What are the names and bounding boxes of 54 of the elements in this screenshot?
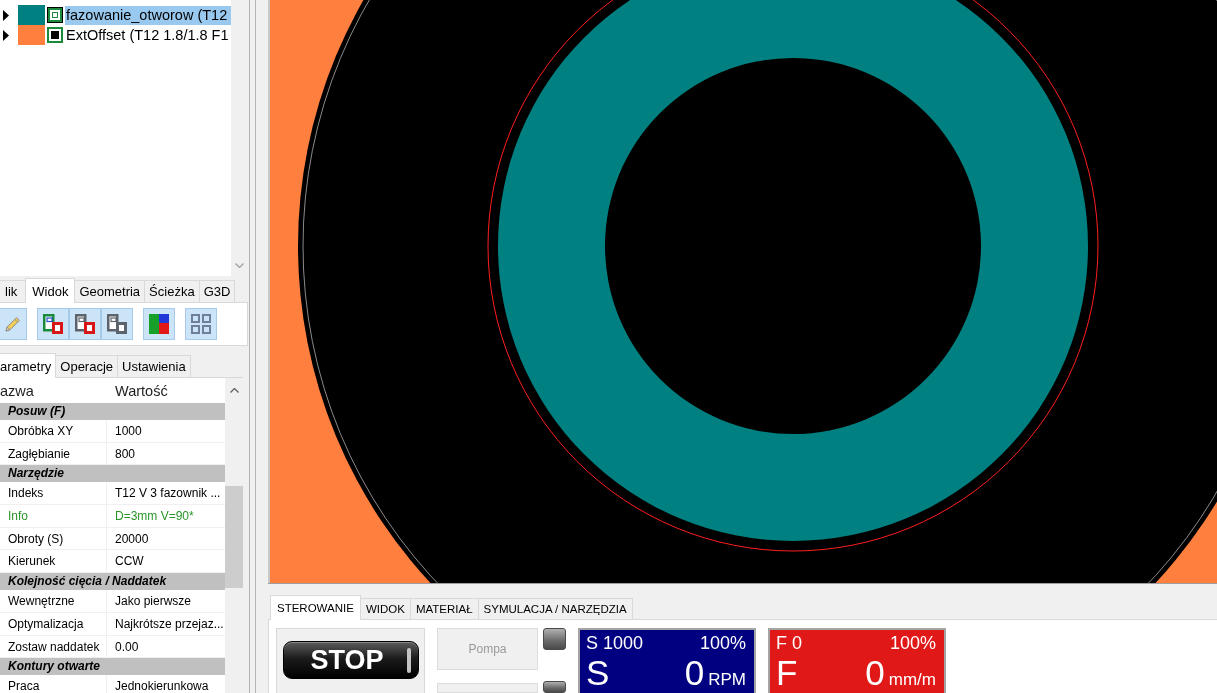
splitter-handle[interactable]: [249, 0, 256, 693]
color-blocks-icon: [149, 314, 169, 334]
readout-unit: mm/m: [888, 670, 936, 690]
override-percent: 100%: [699, 633, 746, 654]
category-row[interactable]: Posuw (F): [0, 403, 225, 420]
tree-item-label[interactable]: ExtOffset (T12 1.8/1.8 F1: [65, 25, 231, 45]
column-header: Wartość: [115, 382, 169, 399]
scrollbar[interactable]: [231, 0, 248, 276]
readout-label: F 0: [776, 633, 802, 654]
property-name: Indeks: [0, 482, 107, 506]
category-row[interactable]: Narzędzie: [0, 465, 225, 483]
category-row[interactable]: Kontury otwarte: [0, 658, 225, 676]
scrollbar-thumb[interactable]: [225, 486, 243, 588]
property-name: Praca: [0, 675, 107, 693]
layers-icon: [43, 314, 63, 334]
axis-symbol: F: [776, 654, 798, 691]
toolbar-button[interactable]: [143, 308, 175, 340]
tab[interactable]: Operacje: [55, 355, 119, 377]
scroll-up-icon[interactable]: [229, 388, 239, 393]
tab[interactable]: Widok: [25, 278, 76, 303]
toolbar-button[interactable]: [185, 308, 217, 340]
axis-symbol: S: [586, 654, 610, 691]
scrollbar[interactable]: [225, 378, 243, 693]
layers-icon: [75, 314, 95, 334]
tab[interactable]: arametry: [0, 353, 57, 378]
property-name: Wewnętrzne: [0, 590, 107, 613]
expand-arrow-icon[interactable]: [3, 9, 9, 21]
expand-arrow-icon[interactable]: [3, 29, 9, 41]
toolbar-button[interactable]: [37, 308, 69, 340]
readout-value: 0: [865, 654, 885, 691]
tab[interactable]: STEROWANIE: [270, 595, 361, 620]
grid-icon: [191, 314, 211, 334]
property-name: Obroty (S): [0, 527, 107, 551]
readout-value: 0: [684, 654, 705, 691]
readout-label: S 1000: [586, 633, 644, 654]
readout-unit: RPM: [708, 670, 746, 690]
checkbox-icon[interactable]: [47, 7, 63, 23]
column-header: azwa: [0, 382, 35, 399]
toolbar-button[interactable]: [101, 308, 133, 340]
stop-button[interactable]: STOP: [283, 641, 419, 679]
checkbox-icon[interactable]: [47, 27, 63, 43]
property-name: Info: [0, 505, 107, 528]
tab[interactable]: SYMULACJA / NARZĘDZIA: [477, 598, 633, 619]
override-percent: 100%: [889, 633, 936, 654]
property-name: Obróbka XY: [0, 420, 107, 443]
tab[interactable]: G3D: [198, 280, 236, 302]
layers-icon: [107, 314, 127, 334]
pencil-icon: [5, 316, 21, 332]
tree-item-label[interactable]: fazowanie_otworow (T12: [65, 5, 231, 25]
toolbar-button[interactable]: [69, 308, 101, 340]
switch-button[interactable]: [437, 683, 538, 693]
tab[interactable]: Ustawienia: [117, 355, 191, 377]
category-row[interactable]: Kolejność cięcia / Naddatek: [0, 573, 225, 591]
property-name: Optymalizacja: [0, 612, 107, 636]
